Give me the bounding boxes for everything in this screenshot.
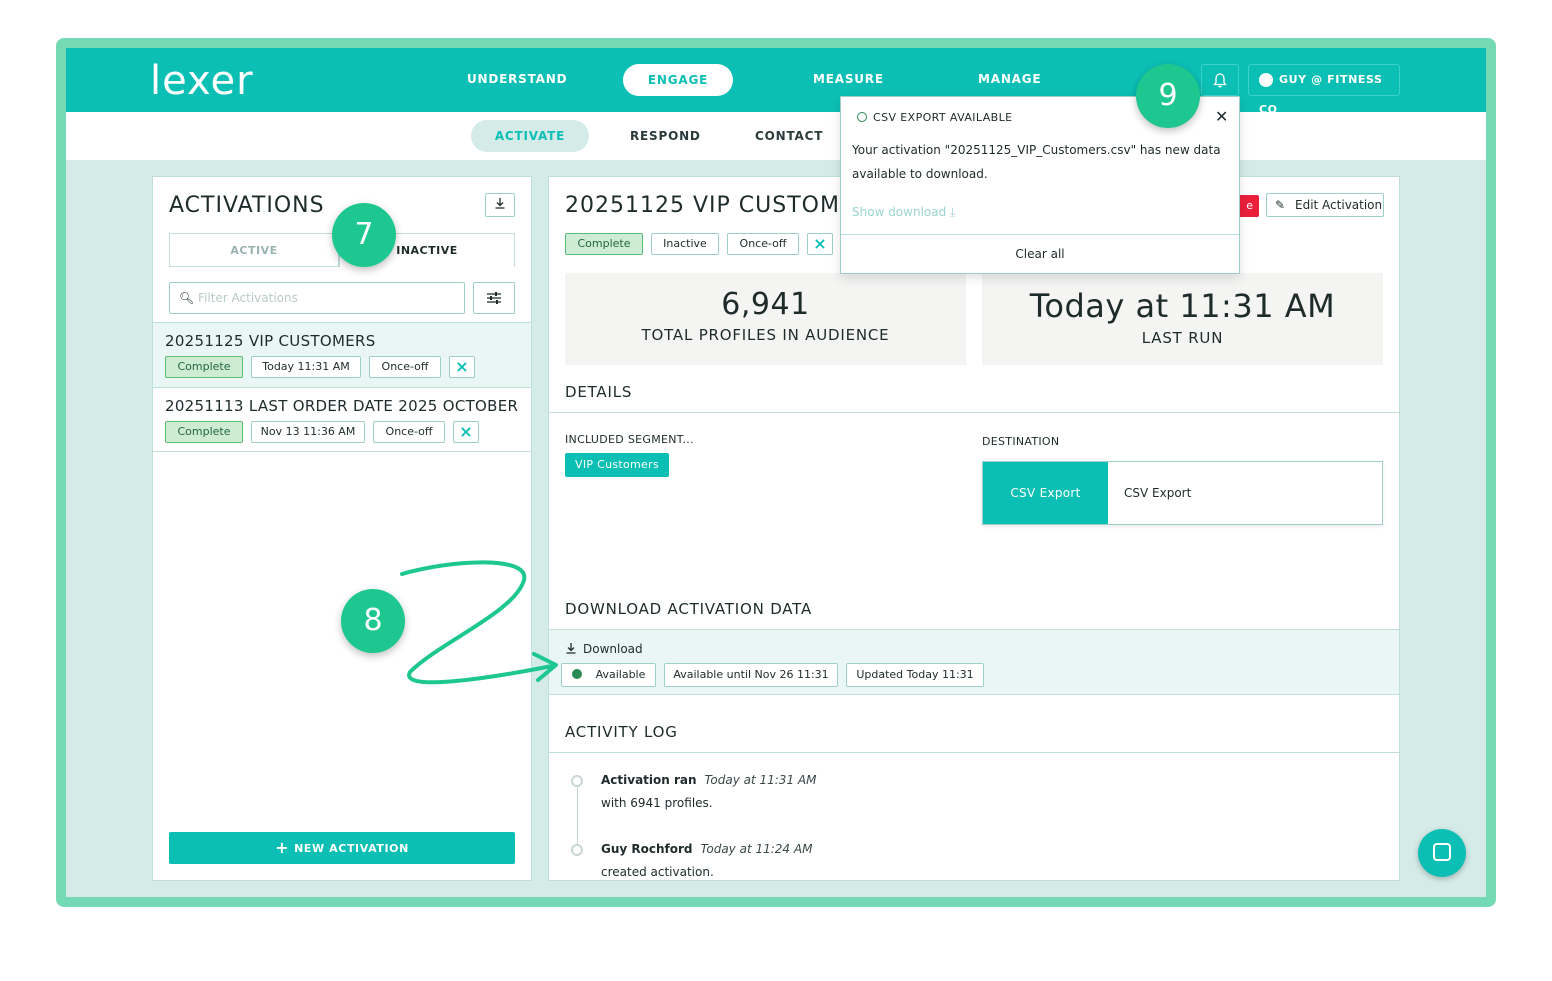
status-badge: Complete — [165, 421, 243, 443]
activation-name: 20251125 VIP CUSTOMERS — [165, 332, 376, 350]
filter-settings-button[interactable] — [473, 282, 515, 314]
state-badge: Inactive — [651, 233, 719, 255]
new-activation-button[interactable]: + NEW ACTIVATION — [169, 832, 515, 864]
download-icon: ⤓ — [950, 205, 956, 219]
profiles-stat-card: 6,941 TOTAL PROFILES IN AUDIENCE — [565, 273, 966, 365]
chat-button[interactable] — [1418, 829, 1466, 877]
updated-chip: Updated Today 11:31 — [846, 663, 984, 687]
sub-nav: ACTIVATE RESPOND CONTACT — [66, 112, 1486, 160]
divider — [549, 412, 1399, 413]
bell-icon — [1213, 73, 1227, 88]
last-run-value: Today at 11:31 AM — [1029, 287, 1336, 325]
nav-engage[interactable]: ENGAGE — [623, 64, 733, 96]
profiles-label: TOTAL PROFILES IN AUDIENCE — [641, 326, 890, 344]
close-icon[interactable]: ✕ — [1215, 107, 1228, 126]
divider — [549, 752, 1399, 753]
plus-icon: + — [275, 838, 290, 857]
nav-measure[interactable]: MEASURE — [813, 72, 884, 86]
new-activation-label: NEW ACTIVATION — [294, 842, 409, 855]
status-dot-icon — [571, 669, 582, 679]
user-name: GUY @ FITNESS CO — [1259, 73, 1383, 116]
subnav-activate[interactable]: ACTIVATE — [471, 120, 589, 152]
subnav-respond[interactable]: RESPOND — [630, 129, 701, 143]
frequency-badge: Once-off — [369, 356, 441, 378]
frequency-badge: Once-off — [373, 421, 445, 443]
connector-icon: ⨯ — [807, 233, 833, 255]
step-badge-9: 9 — [1136, 64, 1200, 128]
divider — [841, 234, 1239, 235]
expiry-chip: Available until Nov 26 11:31 — [664, 663, 838, 687]
sliders-icon — [487, 292, 501, 304]
destination-type: CSV Export — [983, 462, 1108, 524]
activity-log-title: ACTIVITY LOG — [565, 723, 678, 741]
step-badge-8: 8 — [341, 589, 405, 653]
download-title: DOWNLOAD ACTIVATION DATA — [565, 600, 813, 618]
connector-icon: ⨯ — [453, 421, 479, 443]
download-link[interactable]: Download — [565, 642, 643, 656]
activation-title: 20251125 VIP CUSTOMERS — [565, 193, 887, 218]
export-list-button[interactable] — [485, 193, 515, 217]
activations-title: ACTIVATIONS — [169, 193, 325, 218]
destination-name: CSV Export — [1124, 486, 1192, 500]
destination-card[interactable]: CSV Export CSV Export — [982, 461, 1383, 525]
timeline-line — [577, 777, 578, 849]
user-menu-button[interactable]: GUY @ FITNESS CO — [1248, 64, 1400, 116]
segment-pill[interactable]: VIP Customers — [565, 453, 669, 477]
edit-activation-button[interactable]: ✎ Edit Activation — [1266, 193, 1384, 217]
activations-panel: ACTIVATIONS ACTIVE INACTIVE 🔍︎ Filter Ac… — [152, 176, 532, 881]
top-nav: lexer UNDERSTAND ENGAGE MEASURE MANAGE G… — [66, 48, 1486, 116]
log-entry-text: created activation. — [601, 865, 714, 879]
status-badge: Complete — [565, 233, 643, 255]
download-icon — [495, 198, 505, 209]
log-entry-title: Activation ran Today at 11:31 AM — [601, 773, 817, 787]
status-badge: Complete — [165, 356, 243, 378]
edit-icon: ✎ — [1275, 198, 1286, 212]
time-badge: Today 11:31 AM — [251, 356, 361, 378]
search-icon: 🔍︎ — [179, 291, 195, 305]
profiles-count: 6,941 — [721, 287, 810, 322]
activation-detail-panel: 20251125 VIP CUSTOMERS e ✎ Edit Activatio… — [548, 176, 1400, 881]
filter-activations-input[interactable]: 🔍︎ Filter Activations — [169, 282, 465, 314]
log-entry-text: with 6941 profiles. — [601, 796, 713, 810]
nav-understand[interactable]: UNDERSTAND — [467, 72, 567, 86]
notifications-button[interactable] — [1201, 64, 1239, 96]
filter-placeholder: Filter Activations — [198, 291, 298, 305]
subnav-contact[interactable]: CONTACT — [755, 129, 823, 143]
time-badge: Nov 13 11:36 AM — [251, 421, 365, 443]
activation-row[interactable]: 20251125 VIP CUSTOMERS Complete Today 11… — [153, 322, 531, 387]
included-segment-label: INCLUDED SEGMENT... — [565, 433, 694, 446]
log-entry-title: Guy Rochford Today at 11:24 AM — [601, 842, 813, 856]
edit-label: Edit Activation — [1295, 198, 1383, 212]
connector-icon: ⨯ — [449, 356, 475, 378]
timeline-dot-icon — [571, 844, 583, 856]
status-ring-icon — [857, 112, 867, 122]
download-label: Download — [583, 642, 643, 656]
app-window: lexer UNDERSTAND ENGAGE MEASURE MANAGE G… — [66, 48, 1486, 897]
activation-row[interactable]: 20251113 LAST ORDER DATE 2025 OCTOBER Co… — [153, 387, 531, 452]
last-run-stat-card: Today at 11:31 AM LAST RUN — [982, 273, 1383, 365]
availability-chip: Available — [561, 663, 656, 687]
availability-label: Available — [595, 668, 646, 681]
timeline-dot-icon — [571, 775, 583, 787]
nav-manage[interactable]: MANAGE — [978, 72, 1041, 86]
notification-message: Your activation "20251125_VIP_Customers.… — [852, 143, 1221, 181]
destination-label: DESTINATION — [982, 435, 1060, 448]
frequency-badge: Once-off — [727, 233, 799, 255]
show-download-link[interactable]: Show download ⤓ — [852, 205, 955, 220]
download-icon — [566, 643, 576, 654]
last-run-label: LAST RUN — [1141, 329, 1224, 347]
tab-active[interactable]: ACTIVE — [169, 233, 339, 267]
activation-name: 20251113 LAST ORDER DATE 2025 OCTOBER — [165, 397, 519, 415]
download-section: Download Available Available until Nov 2… — [549, 629, 1399, 695]
clear-all-button[interactable]: Clear all — [841, 247, 1239, 261]
lexer-logo[interactable]: lexer — [150, 58, 254, 104]
notification-title: CSV EXPORT AVAILABLE — [857, 111, 1012, 124]
details-title: DETAILS — [565, 383, 633, 401]
chat-icon — [1433, 843, 1451, 861]
avatar — [1259, 73, 1273, 87]
step-badge-7: 7 — [332, 203, 396, 267]
